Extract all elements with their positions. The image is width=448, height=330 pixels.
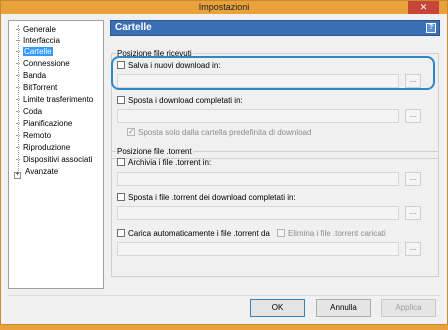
help-icon[interactable]: ? [426, 23, 436, 33]
footer-divider [8, 295, 440, 296]
expand-plus-icon[interactable]: + [14, 172, 21, 179]
sidebar-item-riproduzione[interactable]: Riproduzione [16, 143, 70, 153]
move-only-default-checkbox[interactable] [127, 127, 135, 137]
dialog-client: Generale Interfaccia Cartelle Connession… [8, 20, 440, 320]
move-only-default-label: Sposta solo dalla cartella predefinita d… [138, 128, 312, 137]
settings-window: Impostazioni ✕ Generale Interfaccia Cart… [0, 0, 448, 325]
ok-button[interactable]: OK [250, 299, 305, 317]
sidebar-item-interfaccia[interactable]: Interfaccia [16, 36, 60, 46]
sidebar-item-generale[interactable]: Generale [16, 25, 56, 35]
title-bar: Impostazioni ✕ [1, 1, 447, 14]
sidebar-item-avanzate[interactable]: Avanzate [25, 167, 58, 177]
autoload-torrent-path-input[interactable] [117, 242, 399, 256]
window-title: Impostazioni [198, 2, 250, 12]
cancel-button[interactable]: Annulla [316, 299, 371, 317]
panel-header: Cartelle ? [110, 20, 440, 36]
apply-button[interactable]: Applica [381, 299, 436, 317]
sidebar-item-remoto[interactable]: Remoto [16, 131, 51, 141]
sidebar-item-coda[interactable]: Coda [16, 107, 42, 117]
sidebar-item-pianificazione[interactable]: Pianificazione [16, 119, 72, 129]
autoload-torrent-option[interactable]: Carica automaticamente i file .torrent d… [117, 229, 270, 239]
archive-torrent-option[interactable]: Archivia i file .torrent in: [117, 158, 211, 168]
move-completed-torrent-label: Sposta i file .torrent dei download comp… [128, 193, 296, 202]
sidebar-item-cartelle[interactable]: Cartelle [16, 47, 53, 57]
move-completed-checkbox[interactable] [117, 96, 125, 104]
sidebar-item-connessione[interactable]: Connessione [16, 59, 70, 69]
autoload-torrent-checkbox[interactable] [117, 229, 125, 237]
move-completed-path-input[interactable] [117, 109, 399, 123]
autoload-torrent-browse-button[interactable]: ... [405, 242, 421, 256]
move-only-default-option[interactable]: Sposta solo dalla cartella predefinita d… [127, 127, 312, 138]
desktop-strip [0, 325, 448, 330]
move-completed-torrent-option[interactable]: Sposta i file .torrent dei download comp… [117, 193, 296, 203]
highlight-ring [111, 56, 435, 90]
sidebar-item-banda[interactable]: Banda [16, 71, 46, 81]
move-completed-label: Sposta i download completati in: [128, 96, 243, 105]
move-completed-option[interactable]: Sposta i download completati in: [117, 96, 243, 106]
archive-torrent-browse-button[interactable]: ... [405, 172, 421, 186]
sidebar-item-bittorrent[interactable]: BitTorrent [16, 83, 57, 93]
move-completed-browse-button[interactable]: ... [405, 109, 421, 123]
archive-torrent-checkbox[interactable] [117, 158, 125, 166]
delete-loaded-torrent-label: Elimina i file .torrent caricati [288, 229, 386, 238]
category-tree[interactable]: Generale Interfaccia Cartelle Connession… [8, 20, 104, 289]
move-completed-torrent-checkbox[interactable] [117, 193, 125, 201]
move-completed-torrent-browse-button[interactable]: ... [405, 206, 421, 220]
autoload-torrent-label: Carica automaticamente i file .torrent d… [128, 229, 270, 238]
torrent-files-group: Posizione file .torrent Archivia i file … [111, 147, 439, 277]
archive-torrent-label: Archivia i file .torrent in: [128, 158, 212, 167]
sidebar-item-limite-trasferimento[interactable]: Limite trasferimento [16, 95, 104, 105]
panel-title: Cartelle [115, 22, 152, 33]
sidebar-item-dispositivi-associati[interactable]: Dispositivi associati [16, 155, 104, 165]
move-completed-torrent-path-input[interactable] [117, 206, 399, 220]
archive-torrent-path-input[interactable] [117, 172, 399, 186]
torrent-group-title: Posizione file .torrent [116, 147, 193, 156]
close-button[interactable]: ✕ [408, 1, 439, 14]
delete-loaded-torrent-option[interactable]: Elimina i file .torrent caricati [277, 229, 386, 239]
delete-loaded-torrent-checkbox[interactable] [277, 229, 285, 237]
